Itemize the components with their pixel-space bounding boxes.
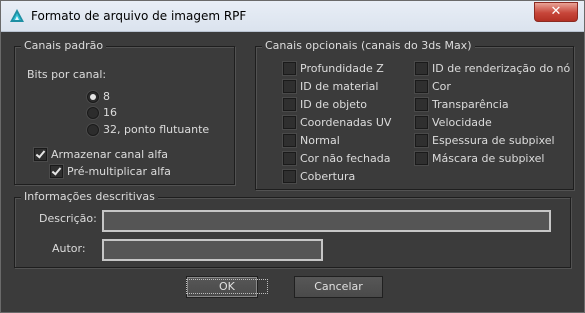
- premultiply-alpha-checkbox[interactable]: [50, 165, 63, 178]
- channel-node-render-id-checkbox[interactable]: [415, 62, 428, 75]
- close-icon: ✕: [550, 4, 562, 19]
- channel-non-clamped-color-checkbox[interactable]: [283, 152, 296, 165]
- channel-material-id-label[interactable]: ID de material: [300, 80, 378, 93]
- store-alpha-checkbox[interactable]: [34, 148, 47, 161]
- channel-normal-label[interactable]: Normal: [300, 134, 340, 147]
- dialog-window: Formato de arquivo de imagem RPF ✕ Canai…: [0, 0, 585, 313]
- author-label: Autor:: [52, 242, 86, 255]
- bits-16-radio[interactable]: [87, 107, 99, 119]
- descriptive-info-legend: Informações descritivas: [21, 190, 158, 203]
- channel-velocity-checkbox[interactable]: [415, 116, 428, 129]
- bits-32-float-radio[interactable]: [87, 124, 99, 136]
- channel-uv-coordinates-checkbox[interactable]: [283, 116, 296, 129]
- premultiply-alpha-label[interactable]: Pré-multiplicar alfa: [67, 165, 171, 178]
- bits-per-channel-label: Bits por canal:: [27, 68, 107, 81]
- ok-button[interactable]: OK: [186, 276, 268, 298]
- channel-normal-checkbox[interactable]: [283, 134, 296, 147]
- bits-8-label[interactable]: 8: [103, 90, 110, 103]
- channel-uv-coordinates-label[interactable]: Coordenadas UV: [300, 116, 391, 129]
- cancel-button[interactable]: Cancelar: [294, 276, 383, 298]
- channel-subpixel-mask-checkbox[interactable]: [415, 152, 428, 165]
- channel-subpixel-mask-label[interactable]: Máscara de subpixel: [432, 152, 544, 165]
- bits-16-label[interactable]: 16: [103, 106, 117, 119]
- cancel-button-label: Cancelar: [314, 280, 363, 293]
- channel-coverage-label[interactable]: Cobertura: [300, 170, 355, 183]
- author-input[interactable]: [102, 239, 323, 261]
- bits-32-float-label[interactable]: 32, ponto flutuante: [103, 123, 209, 136]
- description-input[interactable]: [102, 210, 551, 232]
- channel-non-clamped-color-label[interactable]: Cor não fechada: [300, 152, 391, 165]
- optional-channels-legend: Canais opcionais (canais do 3ds Max): [262, 39, 475, 52]
- title-bar[interactable]: Formato de arquivo de imagem RPF ✕: [1, 1, 584, 32]
- channel-subpixel-weight-checkbox[interactable]: [415, 134, 428, 147]
- channel-material-id-checkbox[interactable]: [283, 80, 296, 93]
- channel-transparency-checkbox[interactable]: [415, 98, 428, 111]
- window-title: Formato de arquivo de imagem RPF: [31, 9, 247, 23]
- channel-transparency-label[interactable]: Transparência: [432, 98, 509, 111]
- ok-button-label: OK: [186, 279, 268, 294]
- channel-coverage-checkbox[interactable]: [283, 170, 296, 183]
- standard-channels-group: Canais padrão Bits por canal: 8 16 32, p…: [14, 39, 235, 185]
- channel-z-depth-label[interactable]: Profundidade Z: [300, 62, 384, 75]
- channel-node-render-id-label[interactable]: ID de renderização do nó: [432, 62, 570, 75]
- description-label: Descrição:: [39, 212, 97, 225]
- store-alpha-label[interactable]: Armazenar canal alfa: [51, 148, 168, 161]
- descriptive-info-group: Informações descritivas Descrição: Autor…: [14, 190, 571, 268]
- channel-color-checkbox[interactable]: [415, 80, 428, 93]
- channel-velocity-label[interactable]: Velocidade: [432, 116, 492, 129]
- standard-channels-legend: Canais padrão: [21, 39, 107, 52]
- bits-8-radio[interactable]: [87, 91, 99, 103]
- close-button[interactable]: ✕: [534, 2, 578, 22]
- channel-object-id-checkbox[interactable]: [283, 98, 296, 111]
- channel-object-id-label[interactable]: ID de objeto: [300, 98, 367, 111]
- 3ds-max-logo-icon: [10, 9, 24, 22]
- channel-subpixel-weight-label[interactable]: Espessura de subpixel: [432, 134, 555, 147]
- optional-channels-group: Canais opcionais (canais do 3ds Max) Pro…: [255, 39, 574, 190]
- channel-color-label[interactable]: Cor: [432, 80, 451, 93]
- channel-z-depth-checkbox[interactable]: [283, 62, 296, 75]
